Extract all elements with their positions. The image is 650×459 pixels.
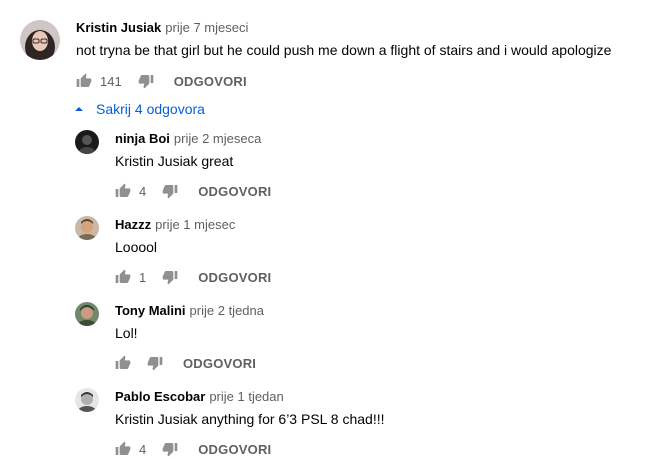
- author-name[interactable]: Pablo Escobar: [115, 389, 205, 404]
- comment-time[interactable]: prije 2 mjeseca: [174, 131, 261, 146]
- thumb-down-icon[interactable]: [160, 439, 180, 459]
- reply-actions: 1 ODGOVORI: [113, 267, 271, 287]
- avatar[interactable]: [75, 302, 99, 326]
- thumb-down-icon[interactable]: [160, 267, 180, 287]
- like-count: 1: [139, 269, 147, 285]
- reply-author-line: Hazzz prije 1 mjesec: [115, 217, 235, 232]
- avatar[interactable]: [20, 20, 60, 60]
- reply-button[interactable]: ODGOVORI: [198, 184, 271, 199]
- comment-text: not tryna be that girl but he could push…: [76, 42, 612, 58]
- reply-button[interactable]: ODGOVORI: [198, 270, 271, 285]
- comment-time[interactable]: prije 7 mjeseci: [165, 20, 248, 35]
- like-count: 4: [139, 441, 147, 457]
- avatar[interactable]: [75, 130, 99, 154]
- reply-author-line: ninja Boi prije 2 mjeseca: [115, 131, 261, 146]
- reply-button[interactable]: ODGOVORI: [183, 356, 256, 371]
- thumb-up-icon[interactable]: [113, 181, 133, 201]
- avatar[interactable]: [75, 216, 99, 240]
- thumb-down-icon[interactable]: [136, 71, 156, 91]
- comment-time[interactable]: prije 2 tjedna: [190, 303, 264, 318]
- reply-button[interactable]: ODGOVORI: [198, 442, 271, 457]
- comment-time[interactable]: prije 1 tjedan: [209, 389, 283, 404]
- reply-button[interactable]: ODGOVORI: [174, 74, 247, 89]
- like-count: 4: [139, 183, 147, 199]
- thumb-up-icon[interactable]: [74, 71, 94, 91]
- thumb-up-icon[interactable]: [113, 439, 133, 459]
- thumb-down-icon[interactable]: [145, 353, 165, 373]
- author-name[interactable]: ninja Boi: [115, 131, 170, 146]
- reply-text: Lol!: [115, 325, 138, 341]
- avatar[interactable]: [75, 388, 99, 412]
- reply-actions: 4 ODGOVORI: [113, 439, 271, 459]
- reply-text: Kristin Jusiak anything for 6’3 PSL 8 ch…: [115, 411, 385, 427]
- hide-replies-toggle[interactable]: Sakrij 4 odgovora: [74, 101, 205, 117]
- arrow-up-icon: [74, 104, 84, 114]
- reply-author-line: Pablo Escobar prije 1 tjedan: [115, 389, 284, 404]
- reply-author-line: Tony Malini prije 2 tjedna: [115, 303, 264, 318]
- like-count: 141: [100, 73, 122, 89]
- reply-text: Looool: [115, 239, 158, 255]
- author-name[interactable]: Kristin Jusiak: [76, 20, 161, 35]
- author-name[interactable]: Hazzz: [115, 217, 151, 232]
- reply-actions: 4 ODGOVORI: [113, 181, 271, 201]
- reply-actions: ODGOVORI: [113, 353, 256, 373]
- thumb-down-icon[interactable]: [160, 181, 180, 201]
- hide-replies-label: Sakrij 4 odgovora: [96, 101, 205, 117]
- author-name[interactable]: Tony Malini: [115, 303, 186, 318]
- thumb-up-icon[interactable]: [113, 267, 133, 287]
- comment-time[interactable]: prije 1 mjesec: [155, 217, 235, 232]
- thumb-up-icon[interactable]: [113, 353, 133, 373]
- comment-actions: 141 ODGOVORI: [74, 71, 247, 91]
- reply-text: Kristin Jusiak great: [115, 153, 234, 169]
- comment-author-line: Kristin Jusiak prije 7 mjeseci: [76, 20, 248, 35]
